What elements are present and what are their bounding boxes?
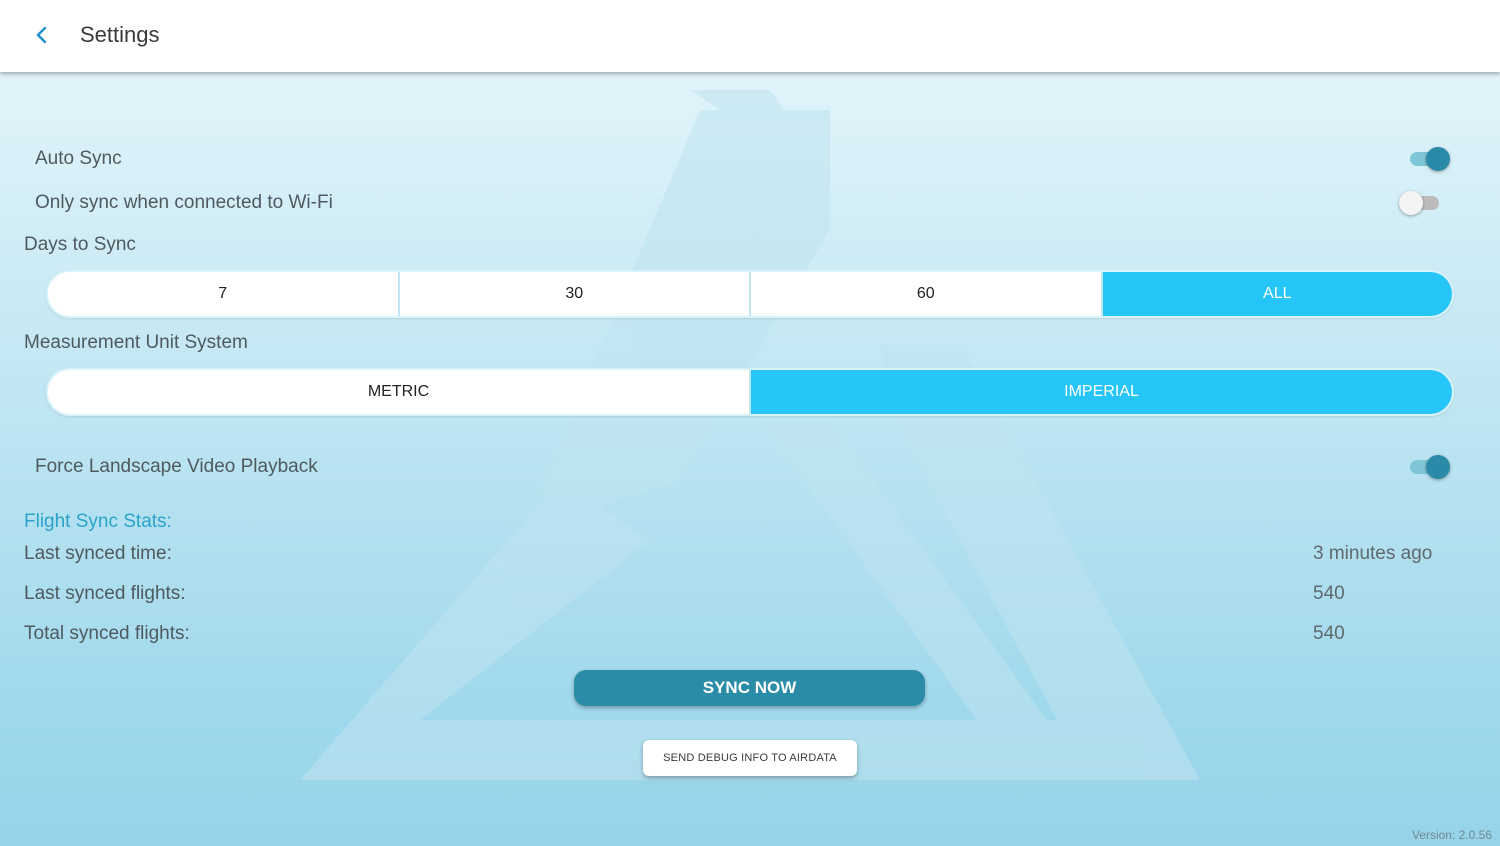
flight-sync-stats-title: Flight Sync Stats: [24, 511, 172, 532]
wifi-only-label: Only sync when connected to Wi-Fi [35, 192, 333, 213]
last-synced-flights-value: 540 [1313, 583, 1345, 604]
total-synced-flights-value: 540 [1313, 623, 1345, 644]
settings-content: Auto Sync Only sync when connected to Wi… [0, 0, 1500, 846]
last-synced-flights-label: Last synced flights: [24, 583, 186, 604]
sync-now-button[interactable]: SYNC NOW [574, 670, 925, 706]
days-option-7[interactable]: 7 [48, 272, 400, 316]
auto-sync-label: Auto Sync [35, 148, 122, 169]
toggle-thumb [1426, 147, 1450, 171]
days-option-all[interactable]: ALL [1102, 272, 1452, 316]
last-synced-time-label: Last synced time: [24, 543, 172, 564]
unit-option-metric[interactable]: METRIC [48, 370, 751, 414]
toggle-thumb [1399, 191, 1423, 215]
last-synced-time-value: 3 minutes ago [1313, 543, 1433, 564]
auto-sync-toggle[interactable] [1406, 144, 1450, 174]
measurement-unit-label: Measurement Unit System [24, 332, 248, 353]
days-to-sync-selector: 7 30 60 ALL [46, 270, 1454, 318]
page-title: Settings [80, 22, 160, 47]
wifi-only-toggle[interactable] [1399, 188, 1443, 218]
back-button[interactable] [26, 18, 58, 52]
chevron-left-icon [36, 26, 47, 44]
measurement-unit-selector: METRIC IMPERIAL [46, 368, 1454, 416]
unit-option-imperial[interactable]: IMPERIAL [751, 370, 1452, 414]
version-label: Version: 2.0.56 [1411, 828, 1492, 842]
days-option-60[interactable]: 60 [751, 272, 1103, 316]
force-landscape-label: Force Landscape Video Playback [35, 456, 318, 477]
total-synced-flights-label: Total synced flights: [24, 623, 190, 644]
app-header: Settings [0, 0, 1500, 72]
force-landscape-toggle[interactable] [1406, 452, 1450, 482]
days-to-sync-label: Days to Sync [24, 234, 136, 255]
toggle-thumb [1426, 455, 1450, 479]
days-option-30[interactable]: 30 [399, 272, 751, 316]
send-debug-info-button[interactable]: SEND DEBUG INFO TO AIRDATA [643, 740, 857, 776]
